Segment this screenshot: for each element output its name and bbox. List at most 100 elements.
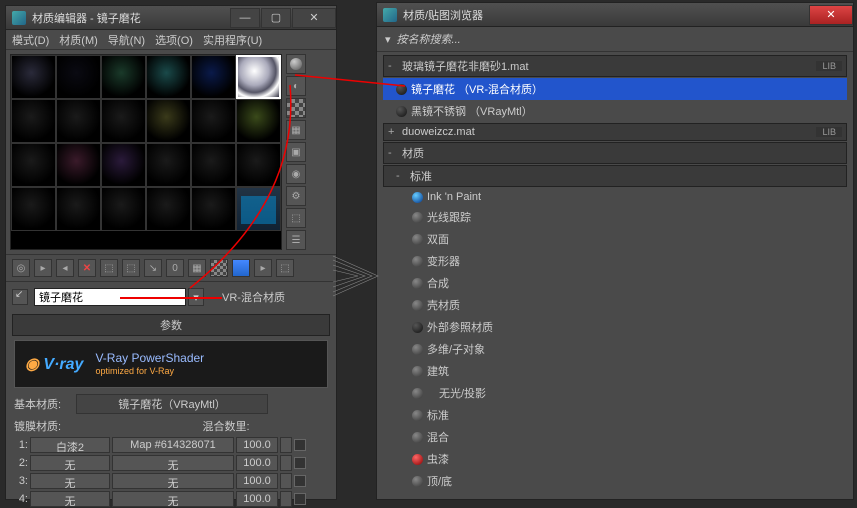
- blend-map-button[interactable]: 无: [112, 455, 234, 471]
- material-slot[interactable]: [236, 187, 281, 231]
- enable-checkbox[interactable]: [294, 475, 306, 487]
- close-button[interactable]: ✕: [809, 5, 853, 25]
- material-slot[interactable]: [101, 143, 146, 187]
- tree-group-header[interactable]: -标准: [383, 165, 847, 187]
- tree-item[interactable]: 混合: [383, 426, 847, 448]
- expand-icon[interactable]: -: [396, 170, 406, 182]
- menu-item[interactable]: 模式(D): [12, 32, 49, 48]
- material-id-button[interactable]: 0: [166, 259, 184, 277]
- maximize-button[interactable]: ▢: [261, 8, 291, 28]
- blend-map-button[interactable]: 无: [112, 473, 234, 489]
- menu-item[interactable]: 实用程序(U): [203, 32, 262, 48]
- expand-icon[interactable]: +: [388, 126, 398, 138]
- go-to-parent-button[interactable]: [232, 259, 250, 277]
- blend-amount-field[interactable]: 100.0: [236, 473, 278, 489]
- go-forward-button[interactable]: ▸: [254, 259, 272, 277]
- material-slot[interactable]: [191, 143, 236, 187]
- material-slot[interactable]: [56, 55, 101, 99]
- tree-item[interactable]: 合成: [383, 272, 847, 294]
- sample-uv-button[interactable]: ▦: [286, 120, 306, 140]
- material-slot[interactable]: [191, 187, 236, 231]
- material-slot[interactable]: [146, 55, 191, 99]
- title-bar[interactable]: 材质/贴图浏览器 ✕: [377, 3, 853, 27]
- material-slot[interactable]: [101, 55, 146, 99]
- material-slot[interactable]: [236, 55, 281, 99]
- tree-item[interactable]: 镜子磨花 （VR-混合材质）: [383, 78, 847, 100]
- search-input[interactable]: 按名称搜索...: [397, 31, 461, 47]
- material-type-label[interactable]: VR-混合材质: [222, 289, 285, 305]
- tree-group-header[interactable]: +duoweizcz.matLIB: [383, 123, 847, 141]
- material-slot[interactable]: [56, 187, 101, 231]
- preview-button[interactable]: ◉: [286, 164, 306, 184]
- material-name-input[interactable]: [34, 288, 186, 306]
- material-slot[interactable]: [236, 143, 281, 187]
- spinner[interactable]: [280, 491, 292, 507]
- put-to-scene-button[interactable]: ▸: [34, 259, 52, 277]
- tree-group-header[interactable]: -材质: [383, 142, 847, 164]
- tree-item[interactable]: 无光/投影: [383, 382, 847, 404]
- coat-material-button[interactable]: 白漆2: [30, 437, 110, 453]
- sample-type-button[interactable]: [286, 54, 306, 74]
- material-slot[interactable]: [236, 99, 281, 143]
- search-options-button[interactable]: ▾: [385, 33, 391, 46]
- material-slot[interactable]: [101, 187, 146, 231]
- make-unique-button[interactable]: ⬚: [122, 259, 140, 277]
- tree-item[interactable]: 黑镜不锈钢 （VRayMtl）: [383, 100, 847, 122]
- spinner[interactable]: [280, 455, 292, 471]
- blend-amount-field[interactable]: 100.0: [236, 437, 278, 453]
- select-by-mat-button[interactable]: ⬚: [286, 208, 306, 228]
- material-slot[interactable]: [101, 99, 146, 143]
- material-slot[interactable]: [191, 55, 236, 99]
- material-slot[interactable]: [146, 99, 191, 143]
- expand-icon[interactable]: -: [388, 60, 398, 72]
- coat-material-button[interactable]: 无: [30, 473, 110, 489]
- tree-item[interactable]: 顶/底: [383, 470, 847, 492]
- material-slot[interactable]: [11, 187, 56, 231]
- tree-item[interactable]: Ink 'n Paint: [383, 188, 847, 206]
- blend-map-button[interactable]: 无: [112, 491, 234, 507]
- background-button[interactable]: [286, 98, 306, 118]
- show-map-button[interactable]: ▦: [188, 259, 206, 277]
- pick-from-object-button[interactable]: ⬚: [276, 259, 294, 277]
- tree-item[interactable]: 外部参照材质: [383, 316, 847, 338]
- material-slot[interactable]: [11, 143, 56, 187]
- tree-item[interactable]: 变形器: [383, 250, 847, 272]
- menu-item[interactable]: 导航(N): [108, 32, 145, 48]
- get-material-button[interactable]: ◎: [12, 259, 30, 277]
- tree-item[interactable]: 光线跟踪: [383, 206, 847, 228]
- material-slot[interactable]: [146, 143, 191, 187]
- enable-checkbox[interactable]: [294, 457, 306, 469]
- tree-group-header[interactable]: -玻璃镜子磨花非磨砂1.matLIB: [383, 55, 847, 77]
- tree-item[interactable]: 壳材质: [383, 294, 847, 316]
- pick-material-dropper[interactable]: [12, 289, 28, 305]
- coat-material-button[interactable]: 无: [30, 455, 110, 471]
- title-bar[interactable]: 材质编辑器 - 镜子磨花 — ▢ ✕: [6, 6, 336, 30]
- close-button[interactable]: ✕: [292, 8, 336, 28]
- blend-amount-field[interactable]: 100.0: [236, 455, 278, 471]
- material-map-nav-button[interactable]: ☰: [286, 230, 306, 250]
- tree-item[interactable]: 多维/子对象: [383, 338, 847, 360]
- material-slot[interactable]: [191, 99, 236, 143]
- blend-amount-field[interactable]: 100.0: [236, 491, 278, 507]
- video-check-button[interactable]: ▣: [286, 142, 306, 162]
- make-copy-button[interactable]: ⬚: [100, 259, 118, 277]
- base-material-button[interactable]: 镜子磨花（VRayMtl）: [76, 394, 268, 414]
- blend-map-button[interactable]: Map #614328071: [112, 437, 234, 453]
- reset-button[interactable]: ✕: [78, 259, 96, 277]
- backlight-button[interactable]: ◐: [286, 76, 306, 96]
- tree-item[interactable]: 标准: [383, 404, 847, 426]
- material-slot[interactable]: [146, 187, 191, 231]
- material-slot[interactable]: [11, 55, 56, 99]
- put-to-library-button[interactable]: ↘: [144, 259, 162, 277]
- menu-item[interactable]: 选项(O): [155, 32, 193, 48]
- spinner[interactable]: [280, 473, 292, 489]
- expand-icon[interactable]: -: [388, 147, 398, 159]
- minimize-button[interactable]: —: [230, 8, 260, 28]
- enable-checkbox[interactable]: [294, 439, 306, 451]
- material-slot[interactable]: [56, 99, 101, 143]
- show-end-result-button[interactable]: [210, 259, 228, 277]
- assign-to-selection-button[interactable]: ◂: [56, 259, 74, 277]
- material-slot[interactable]: [56, 143, 101, 187]
- coat-material-button[interactable]: 无: [30, 491, 110, 507]
- tree-item[interactable]: 建筑: [383, 360, 847, 382]
